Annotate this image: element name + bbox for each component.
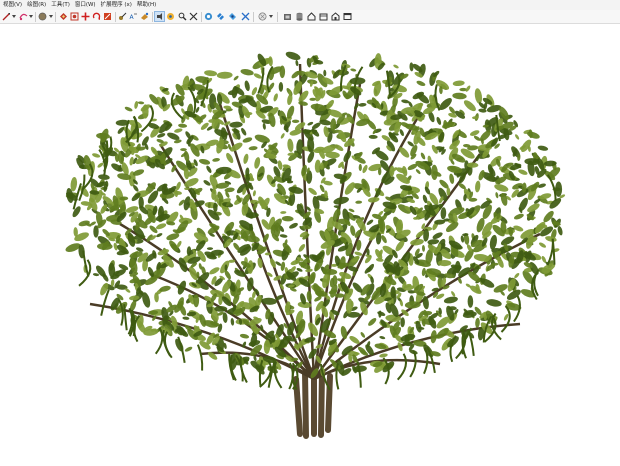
menu-draw[interactable]: 绘图(R) [26, 0, 50, 10]
warehouse-icon [284, 14, 291, 20]
move-button[interactable] [81, 12, 90, 21]
paint-button[interactable] [140, 12, 149, 21]
xray-button[interactable] [241, 12, 250, 21]
offset-icon [70, 12, 79, 21]
select-dropdown-arrow[interactable] [12, 15, 16, 18]
dimension-icon: A [130, 13, 137, 21]
styles-button[interactable] [258, 12, 267, 21]
look-around-button[interactable] [166, 12, 175, 21]
eraser-tool-button[interactable] [19, 12, 28, 21]
dimension-button[interactable]: A [129, 12, 138, 21]
toolbar-separator [115, 12, 116, 22]
toolbar-separator [152, 12, 153, 22]
section-fill-icon [229, 13, 236, 20]
select-arrow-icon [2, 13, 10, 21]
window-icon [343, 13, 352, 20]
styles-dropdown-arrow[interactable] [269, 15, 273, 18]
shapes-icon [331, 12, 340, 21]
section-plane-button[interactable] [204, 12, 213, 21]
look-around-icon [167, 13, 174, 20]
menu-tools[interactable]: 工具(T) [50, 0, 74, 10]
zoom-extents-button[interactable] [189, 12, 198, 21]
eraser-dropdown-arrow[interactable] [29, 15, 33, 18]
toolbar: A [0, 10, 620, 24]
model-viewport[interactable] [0, 24, 620, 466]
home-button[interactable] [307, 12, 316, 21]
sketchup-window: 视图(V) 绘图(R) 工具(T) 窗口(W) 扩展程序 (x) 帮助(H) A [0, 0, 620, 466]
scenes-icon [319, 13, 328, 21]
tape-measure-icon [119, 12, 127, 20]
toolbar-separator [35, 12, 36, 22]
scale-icon [104, 13, 111, 20]
home-icon [307, 12, 316, 21]
scale-button[interactable] [103, 12, 112, 21]
rotate-icon [92, 12, 101, 20]
paint-icon [141, 12, 149, 20]
zoom-extents-icon [189, 12, 198, 21]
menu-view[interactable]: 视图(V) [2, 0, 26, 10]
toolbar-separator [277, 12, 278, 22]
warehouse-button[interactable] [283, 12, 292, 21]
toolbar-separator [201, 12, 202, 22]
menu-help[interactable]: 帮助(H) [136, 0, 160, 10]
push-pull-button[interactable] [59, 12, 68, 21]
paint-bucket-button[interactable] [38, 12, 47, 21]
section-fill-button[interactable] [228, 12, 237, 21]
walk-icon [157, 13, 162, 20]
components-button[interactable] [295, 12, 304, 21]
section-plane-icon [204, 12, 213, 21]
toolbar-separator [55, 12, 56, 22]
menu-extensions[interactable]: 扩展程序 (x) [100, 0, 136, 10]
zoom-button[interactable] [178, 12, 187, 21]
menu-window[interactable]: 窗口(W) [74, 0, 100, 10]
menu-bar: 视图(V) 绘图(R) 工具(T) 窗口(W) 扩展程序 (x) 帮助(H) [0, 0, 620, 10]
3d-tree-model-icon[interactable] [0, 24, 620, 466]
components-icon [296, 12, 303, 21]
eraser-icon [19, 13, 28, 21]
select-tool-button[interactable] [2, 12, 11, 21]
offset-button[interactable] [70, 12, 79, 21]
svg-text:A: A [130, 14, 135, 21]
shapes-button[interactable] [331, 12, 340, 21]
styles-icon [258, 12, 267, 21]
paint-bucket-icon [38, 12, 47, 21]
tree-foliage [65, 51, 566, 391]
section-display-icon [217, 13, 224, 20]
push-pull-icon [60, 13, 67, 20]
section-display-button[interactable] [216, 12, 225, 21]
toolbar-separator [253, 12, 254, 22]
paint-bucket-dropdown-arrow[interactable] [49, 15, 53, 18]
tape-measure-button[interactable] [118, 12, 127, 21]
xray-icon [241, 12, 250, 21]
walk-button[interactable] [154, 11, 165, 22]
move-icon [81, 12, 90, 21]
rotate-button[interactable] [92, 12, 101, 21]
scenes-button[interactable] [319, 12, 328, 21]
window-button[interactable] [343, 12, 352, 21]
zoom-icon [178, 12, 187, 21]
